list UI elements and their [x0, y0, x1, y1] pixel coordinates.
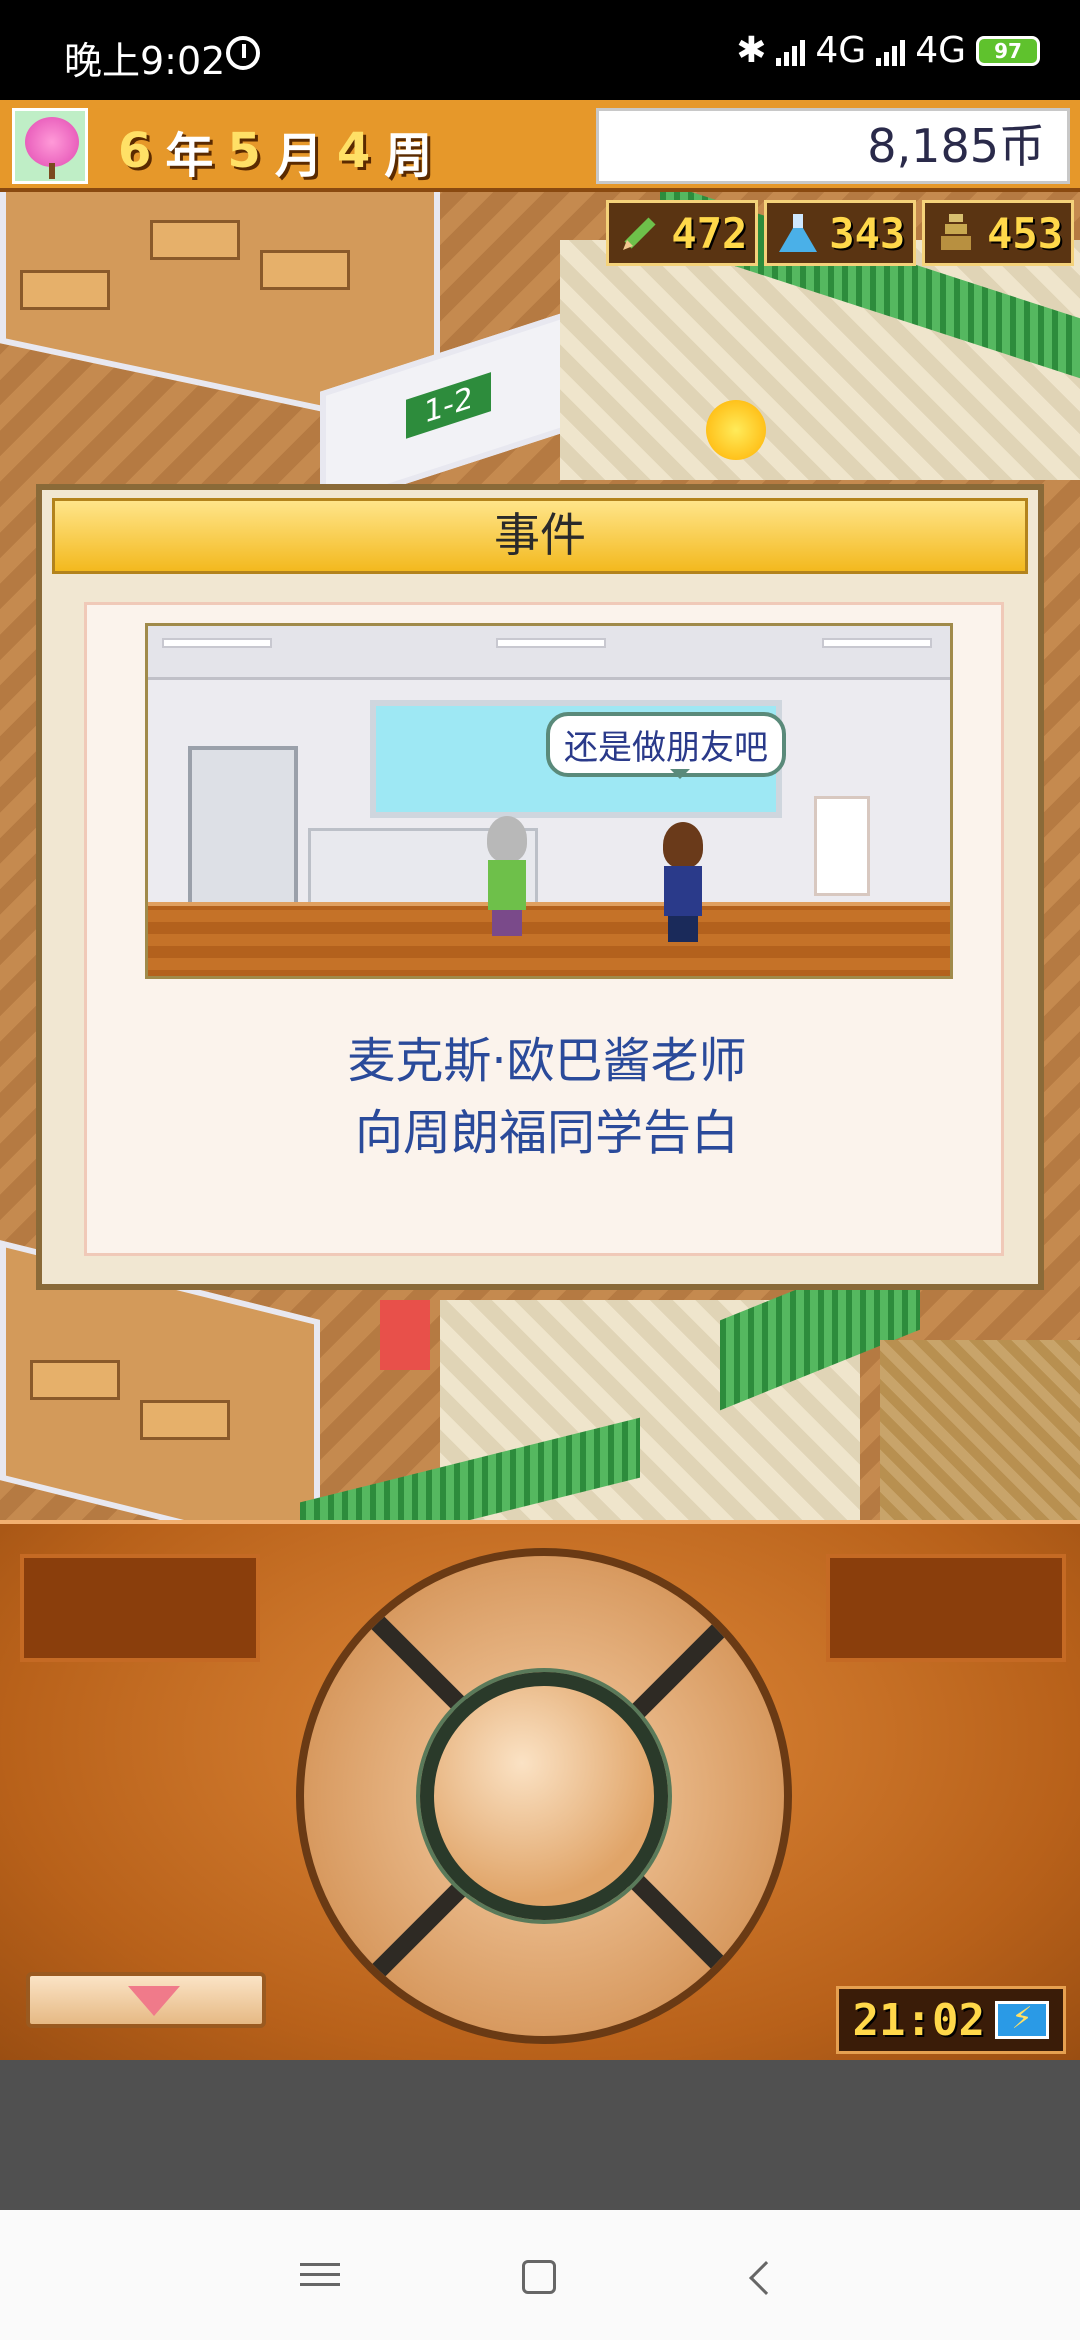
- left-slot-button[interactable]: [20, 1554, 260, 1662]
- home-button[interactable]: [522, 2260, 556, 2294]
- classroom-sign: 1-2: [406, 372, 491, 439]
- desk: [30, 1360, 120, 1400]
- stat-pencil-value: 472: [671, 208, 748, 258]
- flask-icon: [779, 214, 818, 252]
- week-value: 4: [336, 123, 371, 179]
- pencil-icon: [623, 217, 656, 250]
- menu-toggle-button[interactable]: [26, 1972, 266, 2028]
- coin-balance: 8,185币: [596, 108, 1070, 184]
- desk: [20, 270, 110, 310]
- student-sprite: [380, 1300, 430, 1370]
- battery-charge-icon: ⚡: [995, 2001, 1049, 2039]
- clock-time: 21:02: [852, 1994, 985, 2046]
- poster: [814, 796, 870, 896]
- season-tree-icon: [12, 108, 88, 184]
- game-date: 6 年 5 月 4 周: [118, 116, 432, 186]
- event-title: 事件: [52, 498, 1028, 574]
- stat-pencil: 472: [606, 200, 759, 266]
- event-scene: 还是做朋友吧: [145, 623, 953, 979]
- grass-patch: [880, 1340, 1080, 1520]
- dpad[interactable]: [296, 1548, 792, 2044]
- stat-flask-value: 343: [829, 208, 906, 258]
- week-unit: 周: [384, 128, 433, 184]
- event-content: 还是做朋友吧 麦克斯·欧巴酱老师 向周朗福同学告白: [84, 602, 1004, 1256]
- month-unit: 月: [274, 128, 323, 184]
- date-hud: 6 年 5 月 4 周 8,185币: [0, 100, 1080, 192]
- system-nav-bar: [0, 2210, 1080, 2340]
- status-right: ✱ 4G 4G 97: [736, 30, 1040, 71]
- stat-flask: 343: [764, 200, 917, 266]
- desk: [140, 1400, 230, 1440]
- alarm-icon: [226, 36, 260, 70]
- battery-icon: 97: [976, 35, 1040, 66]
- status-time: 晚上9:02: [64, 39, 226, 83]
- year-value: 6: [118, 123, 152, 179]
- bluetooth-icon: ✱: [736, 30, 767, 71]
- desk: [260, 250, 350, 290]
- stat-trophy-value: 453: [987, 208, 1063, 258]
- ceiling-light: [162, 638, 272, 648]
- signal-icon: [776, 36, 806, 66]
- student-sprite: [658, 822, 708, 942]
- stats-hud: 472 343 453: [606, 200, 1074, 266]
- network-label-2: 4G: [915, 30, 966, 71]
- down-arrow-icon: [128, 1986, 180, 2016]
- game-clock: 21:02 ⚡: [835, 1986, 1066, 2054]
- year-unit: 年: [165, 128, 214, 184]
- speech-bubble: 还是做朋友吧: [546, 712, 786, 779]
- ceiling: [148, 626, 950, 680]
- ceiling-light: [822, 638, 932, 648]
- student-sprite: [706, 400, 766, 460]
- recent-apps-button[interactable]: [300, 2256, 340, 2296]
- bottom-spacer: [0, 2060, 1080, 2210]
- stat-trophy: 453: [922, 200, 1074, 266]
- controller-panel: 21:02 ⚡: [0, 1520, 1080, 2060]
- status-bar: 晚上9:02 ✱ 4G 4G 97: [0, 0, 1080, 100]
- trophy-icon: [941, 214, 972, 250]
- event-dialog[interactable]: 事件 还是做朋友吧 麦克斯·欧巴酱老师 向周朗福同学告白: [36, 484, 1044, 1290]
- ceiling-light: [496, 638, 606, 648]
- signal-icon: [876, 36, 906, 66]
- teacher-sprite: [482, 816, 532, 936]
- network-label-1: 4G: [815, 30, 867, 71]
- back-button[interactable]: [749, 2261, 783, 2295]
- month-value: 5: [227, 123, 261, 179]
- event-message-line1: 麦克斯·欧巴酱老师: [347, 1033, 747, 1089]
- dpad-center-button[interactable]: [420, 1672, 668, 1920]
- event-message: 麦克斯·欧巴酱老师 向周朗福同学告白: [87, 1025, 1007, 1169]
- right-slot-button[interactable]: [826, 1554, 1066, 1662]
- desk: [150, 220, 240, 260]
- floor: [148, 902, 950, 976]
- event-message-line2: 向周朗福同学告白: [354, 1105, 739, 1161]
